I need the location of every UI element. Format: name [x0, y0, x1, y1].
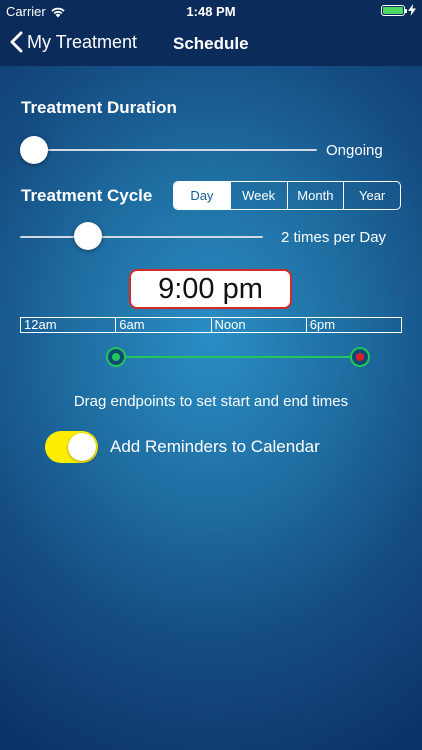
- ruler-label-6pm: 6pm: [309, 317, 336, 332]
- battery-fill: [383, 6, 403, 14]
- duration-value: Ongoing: [326, 142, 383, 159]
- cycle-segmented-control: Day Week Month Year: [173, 181, 401, 210]
- frequency-slider-track[interactable]: [20, 236, 263, 238]
- start-time-handle[interactable]: [106, 347, 126, 367]
- duration-title: Treatment Duration: [21, 98, 177, 117]
- duration-slider-thumb[interactable]: [20, 136, 48, 164]
- frequency-slider-thumb[interactable]: [74, 222, 102, 250]
- cycle-title: Treatment Cycle: [21, 186, 153, 205]
- duration-slider-track[interactable]: [20, 149, 317, 151]
- status-right: [381, 4, 416, 16]
- ruler-label-12am: 12am: [21, 318, 117, 332]
- status-bar: Carrier 1:48 PM: [0, 0, 422, 22]
- segment-year[interactable]: Year: [344, 182, 400, 209]
- ruler-label-noon: Noon: [212, 318, 307, 332]
- nav-bar: My Treatment Schedule: [0, 22, 422, 66]
- drag-hint: Drag endpoints to set start and end time…: [73, 393, 349, 410]
- toggle-knob: [68, 433, 96, 461]
- charging-bolt-icon: [408, 4, 416, 16]
- battery-icon: [381, 4, 407, 16]
- time-ruler: 12am 6am Noon 6pm: [20, 317, 402, 333]
- chevron-left-icon: [10, 31, 23, 53]
- end-handle-dot: [356, 353, 364, 361]
- reminders-toggle[interactable]: [45, 431, 98, 463]
- segment-week[interactable]: Week: [231, 182, 288, 209]
- end-time-handle[interactable]: [350, 347, 370, 367]
- back-button-label: My Treatment: [27, 31, 138, 52]
- selected-time-display[interactable]: 9:00 pm: [129, 269, 292, 309]
- segment-month[interactable]: Month: [288, 182, 345, 209]
- segment-day[interactable]: Day: [174, 182, 231, 209]
- ruler-label-6am: 6am: [116, 318, 212, 332]
- page-title: Schedule: [173, 34, 249, 53]
- time-range-line: [116, 356, 360, 358]
- reminders-label: Add Reminders to Calendar: [110, 437, 320, 456]
- start-handle-dot: [112, 353, 120, 361]
- back-button[interactable]: My Treatment: [10, 31, 137, 53]
- status-time: 1:48 PM: [186, 4, 236, 19]
- frequency-value: 2 times per Day: [281, 229, 387, 246]
